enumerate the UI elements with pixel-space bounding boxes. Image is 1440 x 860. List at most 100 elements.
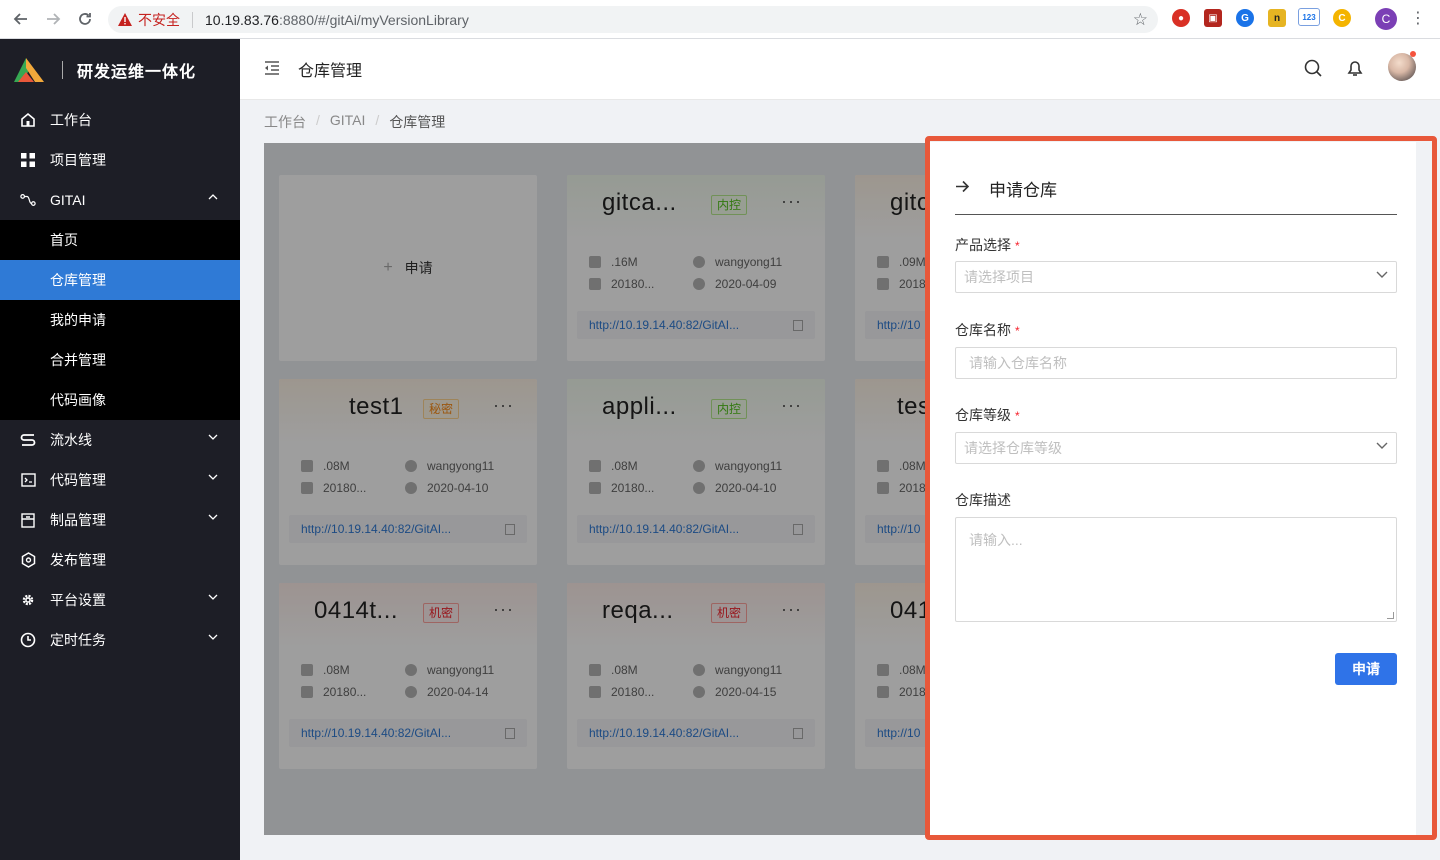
chevron-down-icon xyxy=(208,434,218,440)
repo-name-label: 仓库名称 * xyxy=(955,320,1020,340)
sidebar-item-label: 平台设置 xyxy=(50,592,106,608)
reload-icon[interactable] xyxy=(74,8,96,30)
product-select-placeholder: 请选择项目 xyxy=(964,269,1034,285)
extension-translate-icon[interactable]: G xyxy=(1236,9,1254,27)
logo-divider xyxy=(62,60,63,79)
chevron-down-icon xyxy=(1376,271,1388,278)
repo-desc-placeholder: 请输入... xyxy=(969,532,1023,548)
sidebar-item-label: GITAI xyxy=(50,192,86,208)
security-label: 不安全 xyxy=(138,11,180,28)
sidebar-item-scheduled-tasks[interactable]: 定时任务 xyxy=(0,620,240,660)
extension-badge: 123 xyxy=(1302,12,1316,22)
warning-icon xyxy=(118,13,132,26)
product-label: 产品选择 * xyxy=(955,235,1020,255)
branch-icon xyxy=(20,192,36,208)
url-path: :8880/#/gitAi/myVersionLibrary xyxy=(278,11,469,28)
breadcrumb-item[interactable]: GITAI xyxy=(330,112,366,132)
breadcrumb-current: 仓库管理 xyxy=(389,114,446,130)
sidebar-item-workbench[interactable]: 工作台 xyxy=(0,100,240,140)
sidebar-subitem-home[interactable]: 首页 xyxy=(0,220,240,260)
bookmark-star-icon[interactable]: ☆ xyxy=(1133,10,1148,30)
back-icon[interactable] xyxy=(10,8,32,30)
security-warning[interactable]: 不安全 xyxy=(118,10,180,30)
sidebar-item-label: 代码管理 xyxy=(50,472,106,488)
chevron-down-icon xyxy=(1376,442,1388,449)
gear-icon xyxy=(20,592,36,608)
profile-avatar[interactable]: C xyxy=(1375,8,1397,30)
address-bar[interactable]: 不安全 10.19.83.76:8880/#/gitAi/myVersionLi… xyxy=(108,6,1158,33)
app-name: 研发运维一体化 xyxy=(77,63,197,81)
sidebar-item-label: 定时任务 xyxy=(50,632,106,648)
extension-opera-icon[interactable]: ● xyxy=(1172,9,1190,27)
extension-jsonview-icon[interactable]: n xyxy=(1268,9,1286,27)
gitai-submenu: 首页 仓库管理 我的申请 合并管理 代码画像 xyxy=(0,220,240,420)
drawer-mask[interactable] xyxy=(264,143,928,835)
required-mark: * xyxy=(1015,324,1020,338)
sidebar-item-label: 流水线 xyxy=(50,432,92,448)
repo-name-placeholder: 请输入仓库名称 xyxy=(969,355,1067,371)
pipeline-icon xyxy=(20,432,36,448)
code-icon xyxy=(20,472,36,488)
sidebar-item-label: 发布管理 xyxy=(50,552,106,568)
extension-calendar-icon[interactable]: 123 xyxy=(1298,8,1320,26)
chevron-down-icon xyxy=(208,594,218,600)
menu-fold-icon[interactable] xyxy=(264,60,280,78)
top-header: 仓库管理 xyxy=(240,39,1440,100)
apply-repo-drawer: 申请仓库 产品选择 * 请选择项目 仓库名称 * 请输入仓库名称 仓库等级 * 请选择… xyxy=(930,142,1416,837)
browser-menu-icon[interactable]: ⋮ xyxy=(1410,9,1426,29)
notification-dot xyxy=(1410,51,1416,57)
home-icon xyxy=(20,112,36,128)
sidebar-subitem-merge-management[interactable]: 合并管理 xyxy=(0,340,240,380)
release-icon xyxy=(20,552,36,568)
chevron-up-icon xyxy=(208,194,218,200)
repo-desc-label: 仓库描述 xyxy=(955,490,1011,510)
sidebar-subitem-my-applications[interactable]: 我的申请 xyxy=(0,300,240,340)
extension-coupon-icon[interactable]: C xyxy=(1333,9,1351,27)
user-avatar[interactable] xyxy=(1388,53,1416,81)
repo-desc-textarea[interactable]: 请输入... xyxy=(955,517,1397,622)
repo-level-label-text: 仓库等级 xyxy=(955,407,1011,423)
omnibox-divider xyxy=(192,11,193,28)
breadcrumb-separator: / xyxy=(316,112,320,128)
app-logo-icon[interactable] xyxy=(12,56,46,84)
sidebar-item-label: 项目管理 xyxy=(50,152,106,168)
sidebar-item-release[interactable]: 发布管理 xyxy=(0,540,240,580)
package-icon xyxy=(20,512,36,528)
product-select[interactable]: 请选择项目 xyxy=(955,261,1397,293)
chevron-down-icon xyxy=(208,514,218,520)
drawer-header: 申请仓库 xyxy=(955,162,1397,215)
sidebar: 研发运维一体化 工作台 项目管理 GITAI 首页 仓库管理 我的申请 合并管理… xyxy=(0,39,240,860)
repo-level-label: 仓库等级 * xyxy=(955,405,1020,425)
arrow-right-icon[interactable] xyxy=(955,180,971,196)
repo-name-input[interactable]: 请输入仓库名称 xyxy=(955,347,1397,379)
sidebar-item-projects[interactable]: 项目管理 xyxy=(0,140,240,180)
sidebar-item-settings[interactable]: 平台设置 xyxy=(0,580,240,620)
forward-icon[interactable] xyxy=(42,8,64,30)
product-label-text: 产品选择 xyxy=(955,237,1011,253)
sidebar-subitem-repo-management[interactable]: 仓库管理 xyxy=(0,260,240,300)
search-icon[interactable] xyxy=(1304,59,1322,80)
chevron-down-icon xyxy=(208,634,218,640)
bell-icon[interactable] xyxy=(1346,59,1364,80)
repo-name-label-text: 仓库名称 xyxy=(955,322,1011,338)
sidebar-item-pipeline[interactable]: 流水线 xyxy=(0,420,240,460)
clock-icon xyxy=(20,632,36,648)
extension-media-icon[interactable]: ▣ xyxy=(1204,9,1222,27)
logo-row: 研发运维一体化 xyxy=(0,39,240,100)
browser-toolbar: 不安全 10.19.83.76:8880/#/gitAi/myVersionLi… xyxy=(0,0,1440,39)
sidebar-item-gitai[interactable]: GITAI xyxy=(0,180,240,220)
sidebar-item-code[interactable]: 代码管理 xyxy=(0,460,240,500)
repo-level-select[interactable]: 请选择仓库等级 xyxy=(955,432,1397,464)
breadcrumb: 工作台 / GITAI / 仓库管理 xyxy=(264,112,445,132)
breadcrumb-item[interactable]: 工作台 xyxy=(264,112,306,132)
breadcrumb-separator: / xyxy=(375,112,380,128)
page-title: 仓库管理 xyxy=(298,63,363,80)
resize-handle-icon[interactable] xyxy=(1387,612,1394,619)
sidebar-subitem-code-profile[interactable]: 代码画像 xyxy=(0,380,240,420)
sidebar-item-label: 制品管理 xyxy=(50,512,106,528)
sidebar-item-artifacts[interactable]: 制品管理 xyxy=(0,500,240,540)
submit-button[interactable]: 申请 xyxy=(1335,653,1397,685)
grid-icon xyxy=(20,152,36,168)
repo-desc-label-text: 仓库描述 xyxy=(955,492,1011,508)
url-host: 10.19.83.76 xyxy=(205,11,279,28)
